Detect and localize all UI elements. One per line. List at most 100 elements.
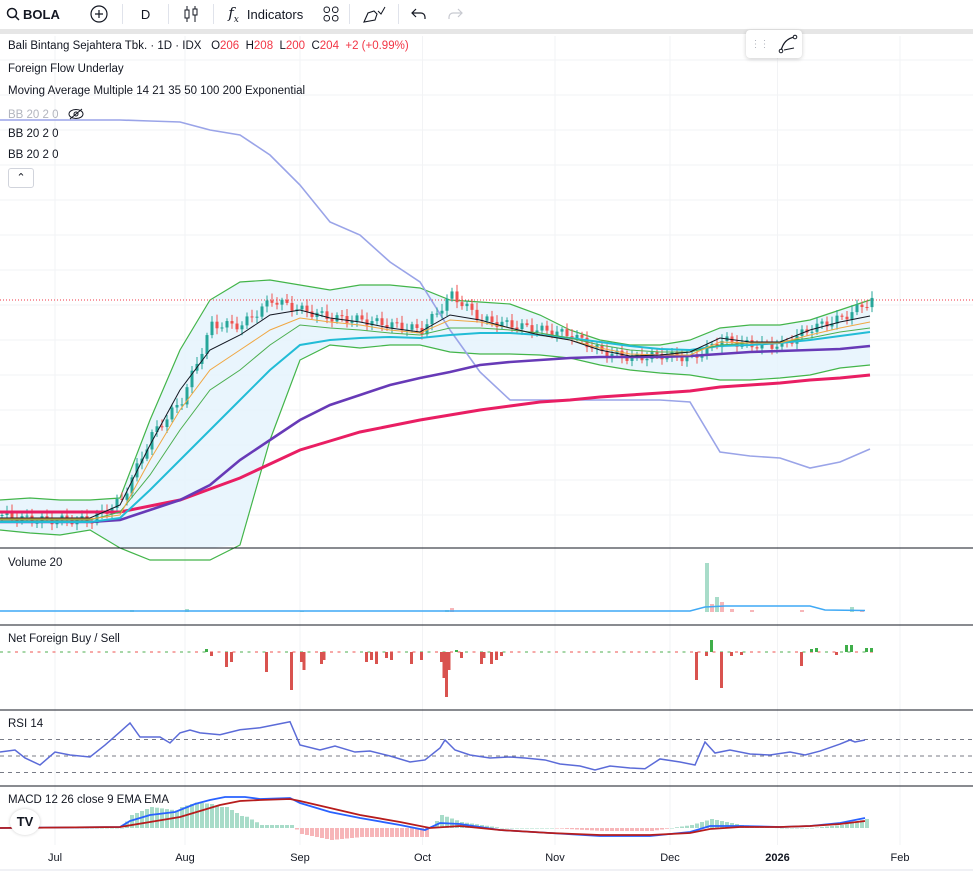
candle-body — [280, 299, 284, 305]
macd-histogram-bar — [535, 828, 539, 829]
net-foreign-bar — [705, 652, 708, 656]
macd-histogram-bar — [835, 825, 839, 828]
macd-histogram-bar — [340, 828, 344, 839]
net-foreign-bar — [322, 652, 326, 660]
candle-body — [645, 359, 649, 361]
candle-body — [240, 325, 244, 330]
candle-body — [870, 297, 874, 308]
macd-histogram-bar — [320, 828, 324, 838]
volume-ma-line — [0, 605, 866, 612]
macd-histogram-bar — [550, 828, 554, 829]
candle-body — [330, 318, 334, 322]
candle-body — [285, 299, 289, 303]
curve-tool-icon[interactable] — [778, 34, 798, 54]
time-axis-label: Aug — [175, 852, 195, 864]
indicator-legend-bb-hidden[interactable]: BB 20 2 0 — [8, 106, 84, 121]
indicator-legend-foreign-flow[interactable]: Foreign Flow Underlay — [8, 63, 124, 75]
macd-histogram-bar — [365, 828, 369, 837]
macd-histogram-bar — [545, 828, 549, 829]
net-foreign-bar — [455, 650, 458, 652]
floating-drawing-toolbar[interactable]: ⋮⋮ — [746, 30, 802, 58]
candle-body — [530, 325, 534, 333]
net-foreign-bar — [740, 652, 743, 655]
macd-histogram-bar — [805, 828, 809, 829]
macd-histogram-bar — [695, 823, 699, 828]
macd-histogram-bar — [865, 819, 869, 828]
macd-histogram-bar — [590, 828, 594, 831]
macd-histogram-bar — [560, 828, 564, 829]
candle-body — [320, 311, 324, 313]
candle-body — [205, 335, 209, 354]
macd-histogram-bar — [780, 828, 784, 829]
macd-histogram-bar — [540, 828, 544, 829]
macd-histogram-bar — [290, 825, 294, 828]
candle-body — [565, 329, 569, 337]
net-foreign-bar — [865, 648, 868, 652]
net-foreign-bar — [815, 648, 818, 652]
macd-histogram-bar — [395, 828, 399, 837]
macd-histogram-bar — [295, 828, 299, 830]
candle-body — [215, 321, 219, 329]
candle-body — [450, 291, 454, 299]
macd-histogram-bar — [155, 807, 159, 828]
macd-histogram-bar — [390, 828, 394, 837]
macd-histogram-bar — [190, 804, 194, 828]
chart-canvas[interactable] — [0, 0, 973, 882]
macd-histogram-bar — [585, 828, 589, 831]
macd-histogram-bar — [355, 828, 359, 838]
candle-body — [300, 305, 304, 310]
macd-histogram-bar — [655, 828, 659, 831]
indicator-legend-bb[interactable]: BB 20 2 0 — [8, 149, 59, 161]
indicator-legend-bb[interactable]: BB 20 2 0 — [8, 128, 59, 140]
time-axis-label: Sep — [290, 852, 310, 864]
indicator-legend-ma[interactable]: Moving Average Multiple 14 21 35 50 100 … — [8, 85, 305, 97]
candle-body — [515, 327, 519, 330]
macd-histogram-bar — [315, 828, 319, 837]
macd-histogram-bar — [235, 813, 239, 828]
macd-histogram-bar — [565, 828, 569, 829]
macd-histogram-bar — [240, 816, 244, 828]
macd-histogram-bar — [830, 826, 834, 828]
macd-histogram-bar — [520, 828, 524, 829]
candle-body — [525, 323, 529, 326]
macd-histogram-bar — [280, 825, 284, 828]
candle-body — [360, 315, 364, 320]
chevron-up-icon: ⌃ — [16, 172, 26, 184]
net-foreign-bar — [710, 640, 713, 652]
net-foreign-bar — [500, 652, 503, 656]
net-foreign-bar — [210, 652, 213, 656]
macd-histogram-bar — [530, 828, 534, 829]
time-axis-label: Nov — [545, 852, 565, 864]
candle-body — [365, 319, 369, 326]
candle-body — [220, 327, 224, 329]
candle-body — [375, 318, 379, 322]
drag-handle-icon[interactable]: ⋮⋮ — [751, 39, 770, 50]
macd-histogram-bar — [150, 807, 154, 828]
tradingview-logo[interactable]: TV — [10, 809, 40, 835]
volume-bar — [750, 610, 754, 612]
macd-histogram-bar — [380, 828, 384, 837]
net-foreign-bar — [800, 652, 803, 666]
macd-histogram-bar — [595, 828, 599, 831]
macd-histogram-bar — [405, 828, 409, 837]
candle-body — [775, 346, 779, 349]
candle-body — [225, 321, 229, 328]
macd-histogram-bar — [640, 828, 644, 831]
macd-histogram-bar — [360, 828, 364, 837]
eye-off-icon[interactable] — [68, 108, 84, 120]
macd-histogram-bar — [690, 825, 694, 828]
macd-histogram-bar — [230, 810, 234, 828]
candle-body — [395, 322, 399, 324]
net-foreign-bar — [720, 652, 723, 688]
candle-body — [245, 316, 249, 326]
macd-histogram-bar — [630, 828, 634, 831]
candle-body — [210, 321, 214, 336]
macd-histogram-bar — [270, 825, 274, 828]
candle-body — [750, 340, 754, 348]
candle-body — [170, 407, 174, 420]
collapse-legend-button[interactable]: ⌃ — [8, 168, 34, 188]
open-label: O — [211, 40, 221, 52]
candle-body — [855, 304, 859, 313]
candle-body — [345, 316, 349, 323]
net-foreign-bar — [385, 652, 388, 658]
